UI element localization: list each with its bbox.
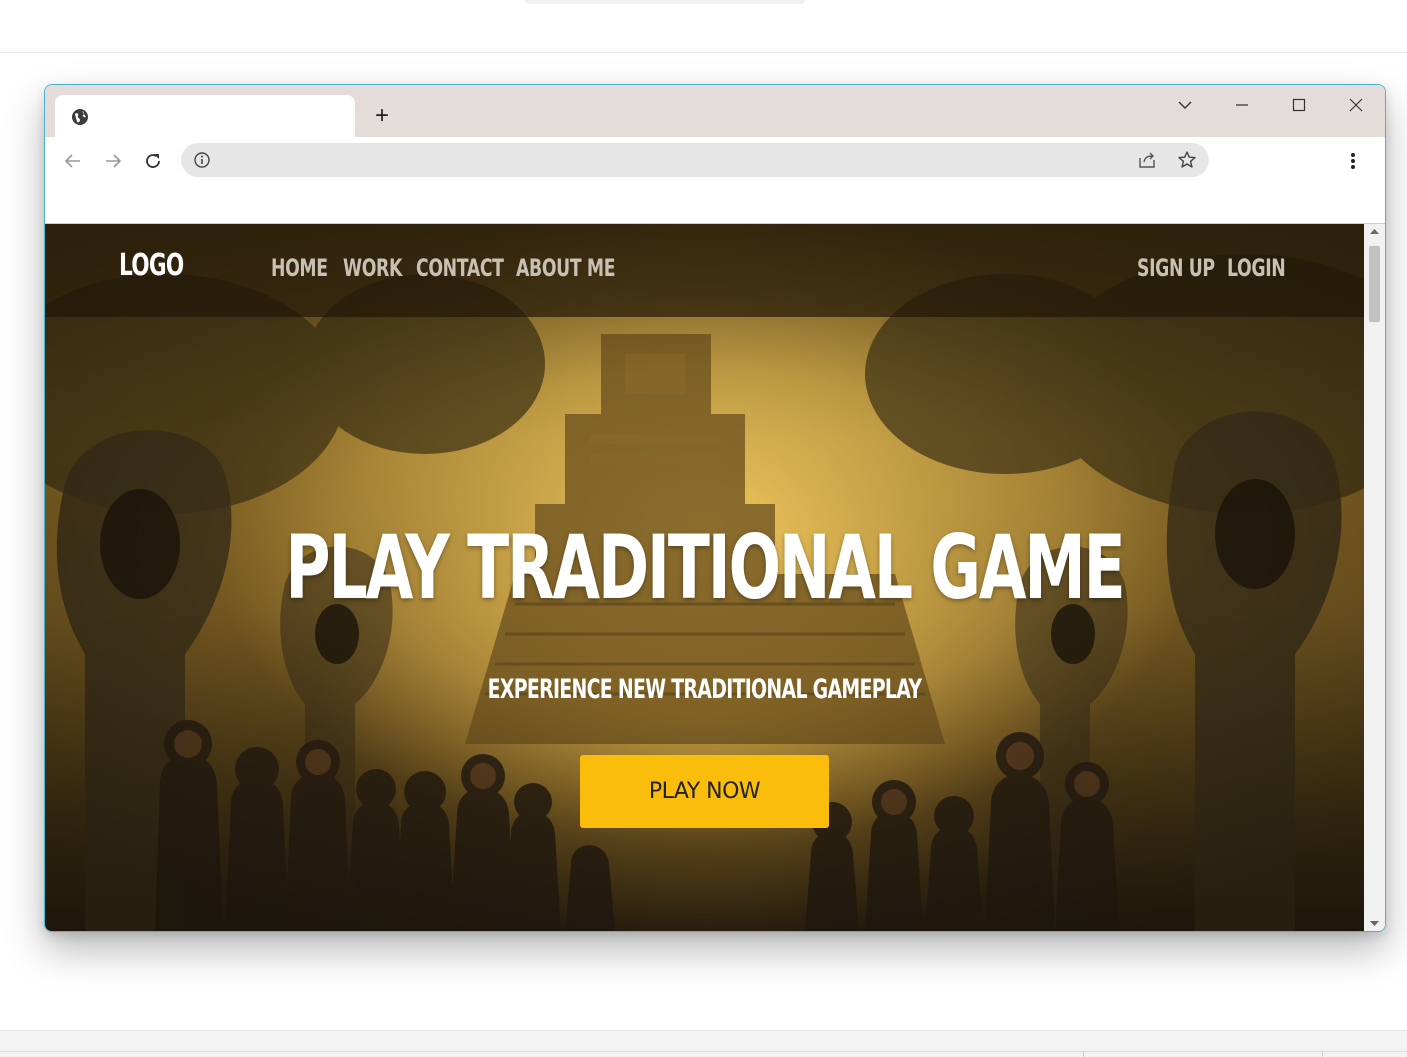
site-navbar: LOGO HOME WORK CONTACT ABOUT ME SIGN UP …: [45, 224, 1364, 317]
maximize-button[interactable]: [1277, 91, 1321, 119]
reload-button[interactable]: [137, 145, 169, 177]
address-input[interactable]: [221, 149, 1125, 173]
browser-toolbar: [45, 137, 1385, 185]
page-scrollbar[interactable]: [1364, 224, 1385, 931]
new-tab-button[interactable]: +: [369, 103, 395, 129]
scrollbar-thumb[interactable]: [1369, 246, 1380, 322]
toolbar-spacer: [45, 185, 1385, 224]
desktop-bottom-line: [0, 1051, 1407, 1052]
desktop-top-bar: [0, 0, 1407, 53]
nav-link-home[interactable]: HOME: [271, 254, 328, 284]
forward-button[interactable]: [97, 145, 129, 177]
desktop-bottom-divider: [1322, 1051, 1323, 1057]
nav-link-sign-up[interactable]: SIGN UP: [1137, 254, 1215, 284]
scroll-down-arrow-icon[interactable]: [1364, 915, 1385, 931]
browser-menu-button[interactable]: [1341, 149, 1365, 173]
nav-link-work[interactable]: WORK: [343, 254, 402, 284]
minimize-icon: [1236, 104, 1248, 106]
scroll-up-arrow-icon[interactable]: [1364, 224, 1385, 240]
arrow-left-icon: [64, 154, 80, 168]
browser-tab[interactable]: [55, 95, 355, 139]
browser-window: + LOGO HOME WORK CONTACT ABOUT ME SIGN U…: [44, 84, 1386, 932]
back-button[interactable]: [57, 145, 89, 177]
nav-link-login[interactable]: LOGIN: [1227, 254, 1286, 284]
minimize-button[interactable]: [1220, 91, 1264, 119]
tab-title: [99, 109, 339, 125]
hero-subtitle: EXPERIENCE NEW TRADITIONAL GAMEPLAY: [487, 674, 922, 705]
desktop-top-hint: [525, 0, 805, 4]
nav-link-about-me[interactable]: ABOUT ME: [516, 254, 616, 284]
page-viewport: LOGO HOME WORK CONTACT ABOUT ME SIGN UP …: [45, 224, 1364, 931]
tab-strip: +: [45, 85, 1385, 139]
play-now-button[interactable]: PLAY NOW: [580, 755, 829, 828]
desktop-bottom-bar: [0, 1030, 1407, 1057]
more-vertical-icon: [1351, 153, 1355, 169]
nav-link-contact[interactable]: CONTACT: [416, 254, 504, 284]
reload-icon: [146, 154, 160, 168]
close-icon: [1349, 98, 1363, 112]
address-bar[interactable]: [181, 143, 1209, 177]
globe-icon: [72, 109, 88, 125]
info-icon[interactable]: [193, 151, 211, 169]
hero-title: PLAY TRADITIONAL GAME: [285, 516, 1125, 619]
maximize-icon: [1292, 98, 1306, 112]
desktop-bottom-divider: [1083, 1051, 1084, 1057]
share-icon[interactable]: [1137, 150, 1157, 170]
chevron-down-icon: [1178, 101, 1192, 109]
bookmark-star-icon[interactable]: [1177, 150, 1197, 170]
site-logo[interactable]: LOGO: [119, 248, 184, 288]
arrow-right-icon: [106, 154, 122, 168]
close-button[interactable]: [1334, 91, 1378, 119]
tab-search-button[interactable]: [1163, 91, 1207, 119]
